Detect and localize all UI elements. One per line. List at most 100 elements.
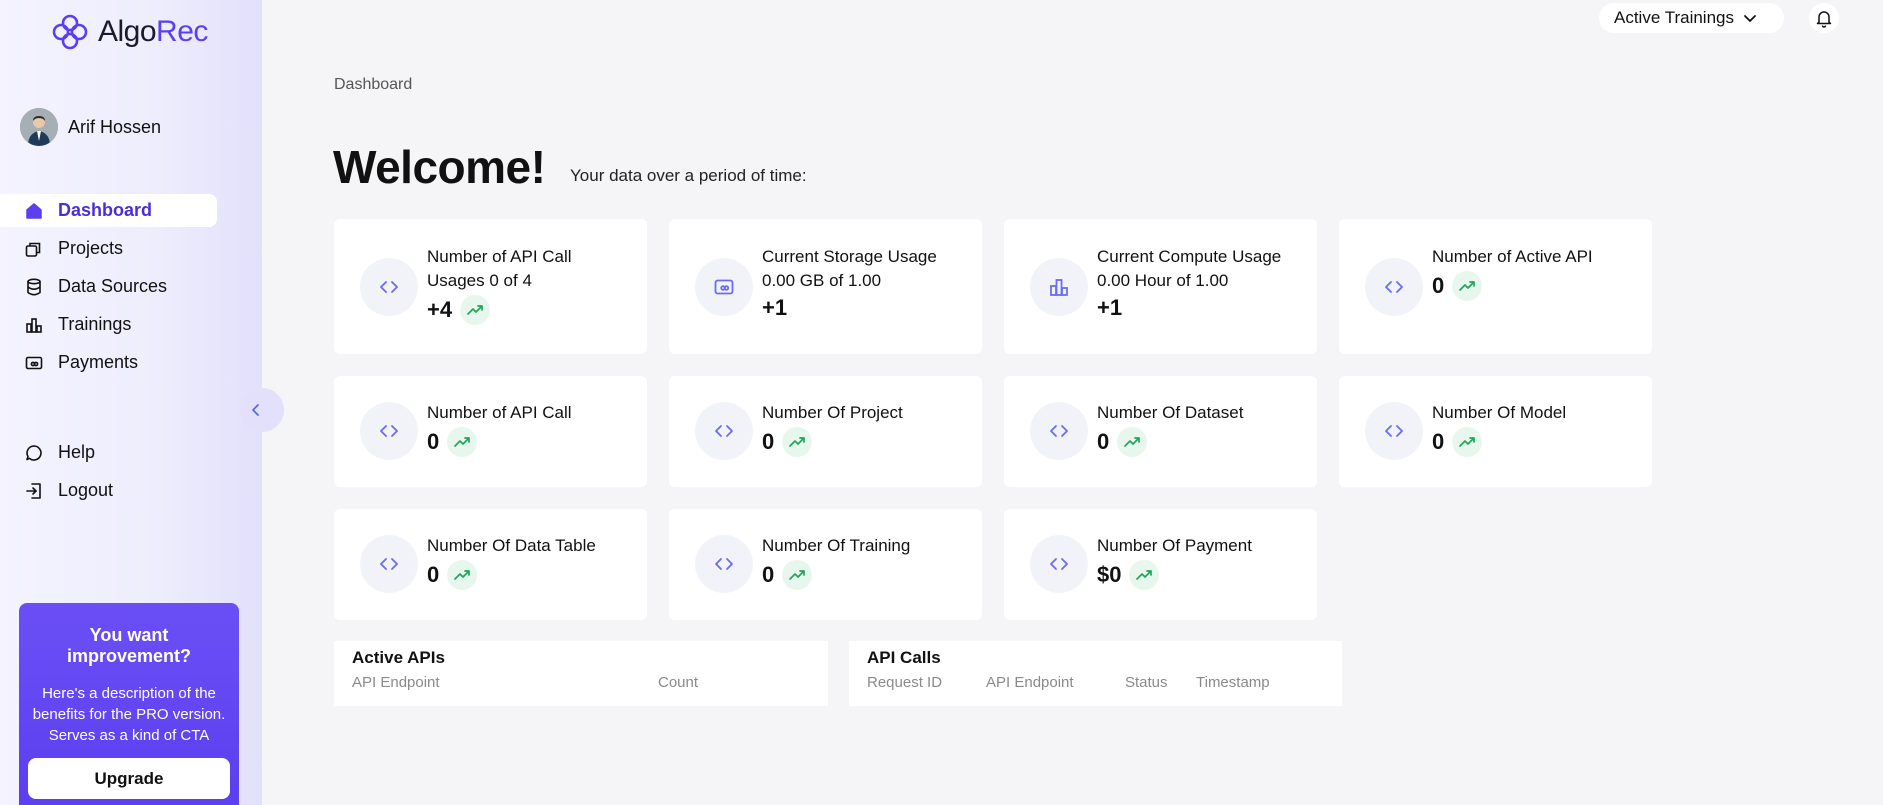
flower-logo-icon: [52, 14, 88, 50]
column-header-api-endpoint[interactable]: API Endpoint: [986, 674, 1074, 691]
stat-card-active-api: Number of Active API 0: [1339, 219, 1652, 354]
trend-badge: [1452, 427, 1483, 457]
api-calls-panel: API Calls Request ID API Endpoint Status…: [849, 641, 1342, 706]
trending-up-icon: [1459, 281, 1476, 291]
avatar: [20, 108, 58, 146]
code-icon: [1385, 425, 1403, 437]
card-label: Number Of Payment: [1097, 536, 1252, 555]
stat-card-compute-usage: Current Compute Usage 0.00 Hour of 1.00 …: [1004, 219, 1317, 354]
bar-chart-icon: [26, 317, 42, 333]
card-value: 0: [427, 429, 440, 454]
card-label-secondary: 0.00 Hour of 1.00: [1097, 271, 1229, 290]
sidebar-item-logout[interactable]: Logout: [0, 474, 262, 507]
active-trainings-dropdown[interactable]: Active Trainings: [1599, 3, 1784, 33]
card-icon: [695, 535, 753, 593]
trending-up-icon: [789, 437, 806, 447]
card-icon: [1365, 258, 1423, 316]
table-header: API Endpoint Count: [352, 674, 810, 694]
column-header-timestamp[interactable]: Timestamp: [1196, 674, 1270, 691]
card-value: 0: [1097, 429, 1110, 454]
stat-card-payment: Number Of Payment $0: [1004, 509, 1317, 620]
trend-badge: [782, 560, 813, 590]
sidebar-item-label: Projects: [58, 238, 124, 258]
card-icon: [360, 535, 418, 593]
column-header-status[interactable]: Status: [1125, 674, 1168, 691]
trend-badge: [447, 560, 478, 590]
sidebar-item-label: Help: [58, 442, 96, 462]
card-label: Number Of Dataset: [1097, 403, 1244, 422]
logo[interactable]: AlgoRec: [50, 12, 208, 52]
trending-up-icon: [1136, 570, 1153, 580]
projects-icon: [25, 242, 41, 257]
active-apis-panel: Active APIs API Endpoint Count: [334, 641, 828, 706]
card-icon: [360, 402, 418, 460]
database-icon: [27, 277, 41, 295]
chevron-left-icon: [252, 404, 259, 416]
sidebar-item-data-sources[interactable]: Data Sources: [0, 270, 262, 303]
card-label: Number of API Call: [427, 403, 572, 422]
sidebar-item-payments[interactable]: Payments: [0, 346, 262, 379]
sidebar-item-help[interactable]: Help: [0, 436, 262, 469]
upgrade-button[interactable]: Upgrade: [28, 758, 230, 799]
stat-card-api-call-usages: Number of API Call Usages 0 of 4 +4: [334, 219, 647, 354]
stat-card-model: Number Of Model 0: [1339, 376, 1652, 487]
sidebar: AlgoRec Arif Hossen Dashboard Projects D…: [0, 0, 284, 805]
table-header: Request ID API Endpoint Status Timestamp: [867, 674, 1324, 694]
card-label: Number of Active API: [1432, 247, 1593, 266]
trend-badge: [1452, 271, 1483, 301]
card-value: 0: [762, 562, 775, 587]
home-icon: [26, 202, 42, 219]
logout-icon: [26, 482, 41, 499]
sidebar-item-label: Payments: [58, 352, 139, 372]
panel-title: API Calls: [867, 648, 941, 667]
chevron-down-icon: [1744, 15, 1756, 22]
panel-title: Active APIs: [352, 648, 445, 667]
card-label: Current Compute Usage: [1097, 247, 1282, 266]
user-avatar-icon: [20, 108, 58, 146]
card-icon: [695, 258, 753, 316]
user-profile[interactable]: Arif Hossen: [20, 108, 161, 146]
column-header-request-id[interactable]: Request ID: [867, 674, 942, 691]
payment-icon: [25, 356, 43, 369]
card-icon: [1365, 402, 1423, 460]
page-subtitle: Your data over a period of time:: [570, 166, 807, 185]
code-icon: [380, 425, 398, 437]
sidebar-item-label: Data Sources: [58, 276, 168, 296]
trending-up-icon: [454, 570, 471, 580]
sidebar-item-dashboard[interactable]: Dashboard: [0, 194, 217, 227]
sidebar-nav: Dashboard Projects Data Sources Training…: [0, 194, 262, 384]
page-title: Welcome!: [333, 141, 546, 193]
collapse-sidebar-button[interactable]: [240, 388, 284, 432]
stat-card-training: Number Of Training 0: [669, 509, 982, 620]
sidebar-item-projects[interactable]: Projects: [0, 232, 262, 265]
dropdown-label: Active Trainings: [1614, 8, 1734, 27]
brand-name-part1: Algo: [98, 15, 157, 48]
chat-bubble-icon: [26, 444, 42, 461]
stat-card-data-table: Number Of Data Table 0: [334, 509, 647, 620]
column-header-count[interactable]: Count: [658, 674, 698, 691]
brand-name-part2: Rec: [156, 15, 208, 48]
card-value: $0: [1097, 562, 1122, 587]
card-label: Number Of Data Table: [427, 536, 596, 555]
card-icon: [695, 402, 753, 460]
card-label: Number Of Model: [1432, 403, 1567, 422]
trend-badge: [460, 295, 491, 325]
stat-card-dataset: Number Of Dataset 0: [1004, 376, 1317, 487]
upgrade-promo-card: You want improvement? Here's a descripti…: [19, 603, 239, 805]
notifications-button[interactable]: [1809, 3, 1839, 33]
sidebar-item-trainings[interactable]: Trainings: [0, 308, 262, 341]
trending-up-icon: [789, 570, 806, 580]
trend-badge: [1129, 560, 1160, 590]
code-icon: [380, 558, 398, 570]
column-header-api-endpoint[interactable]: API Endpoint: [352, 674, 440, 691]
card-label: Number Of Training: [762, 536, 911, 555]
card-label-secondary: 0.00 GB of 1.00: [762, 271, 882, 290]
card-icon: [1030, 402, 1088, 460]
code-icon: [1385, 281, 1403, 293]
card-label: Current Storage Usage: [762, 247, 937, 266]
trending-up-icon: [467, 305, 483, 315]
card-label: Number Of Project: [762, 403, 903, 422]
trending-up-icon: [454, 437, 471, 447]
trend-badge: [447, 427, 478, 457]
user-name: Arif Hossen: [68, 116, 162, 137]
